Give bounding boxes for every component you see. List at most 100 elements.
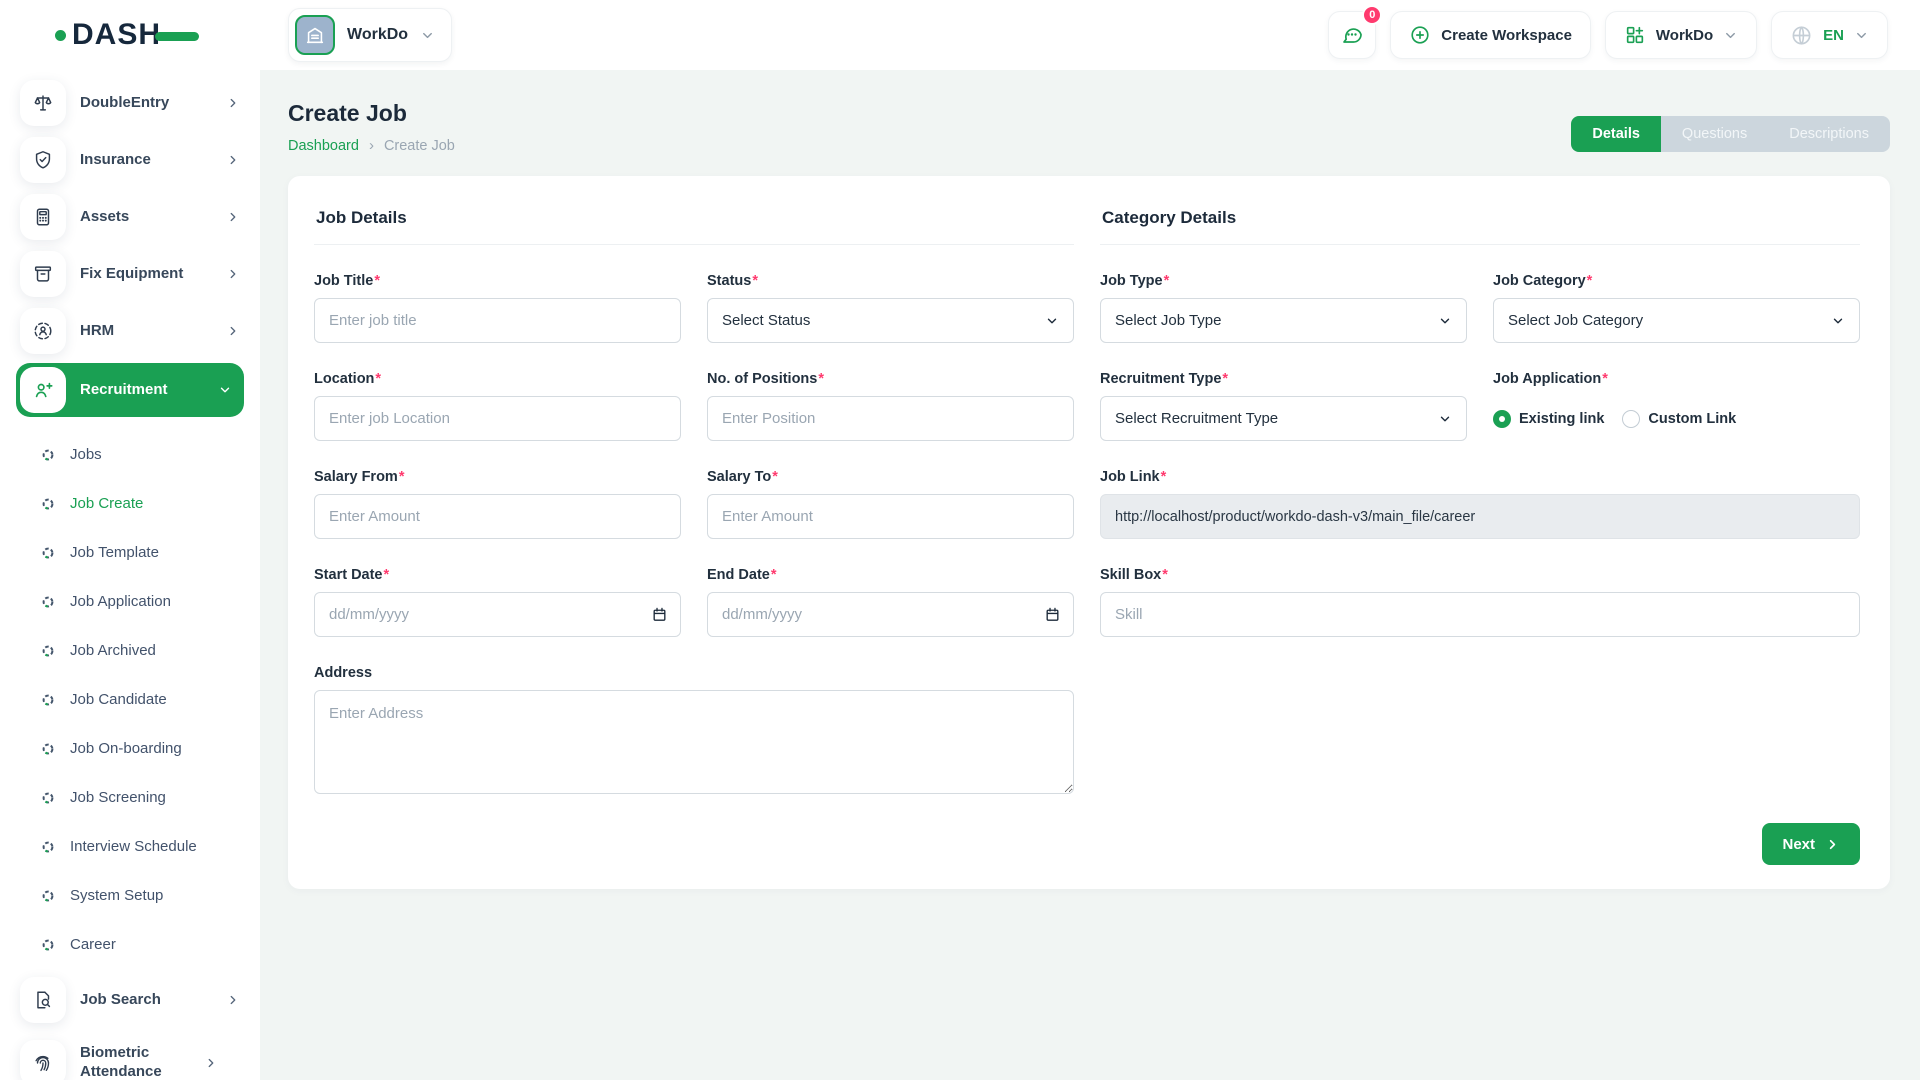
recruitment-type-select[interactable]: Select Recruitment Type: [1100, 396, 1467, 441]
chevron-down-icon: [1438, 314, 1452, 328]
workspace-menu-label: WorkDo: [1656, 27, 1713, 44]
field-job-link: Job Link*: [1100, 469, 1860, 539]
chevron-down-icon: [420, 28, 435, 43]
sidebar-item-biometric-attendance[interactable]: Biometric Attendance: [16, 1032, 244, 1080]
field-positions: No. of Positions*: [707, 371, 1074, 441]
chevron-right-icon: [226, 153, 240, 167]
radio-existing-link[interactable]: Existing link: [1493, 410, 1604, 428]
create-workspace-button[interactable]: Create Workspace: [1390, 11, 1591, 59]
page-title: Create Job: [288, 100, 455, 127]
document-search-icon: [20, 977, 66, 1023]
top-header: DASH WorkDo 0 Create Workspace: [0, 0, 1920, 70]
next-button[interactable]: Next: [1762, 823, 1860, 865]
sidebar-subitem-job-candidate[interactable]: Job Candidate: [42, 675, 244, 724]
divider: [1100, 244, 1860, 245]
sidebar-item-job-search[interactable]: Job Search: [16, 975, 244, 1025]
workspace-selector[interactable]: WorkDo: [288, 8, 452, 62]
job-link-input[interactable]: [1100, 494, 1860, 539]
segment-circle-icon: [42, 841, 54, 853]
job-category-select[interactable]: Select Job Category: [1493, 298, 1860, 343]
salary-to-input[interactable]: [707, 494, 1074, 539]
main-content: Create Job Dashboard › Create Job Detail…: [260, 70, 1920, 1080]
segment-circle-icon: [42, 596, 54, 608]
radio-custom-link[interactable]: Custom Link: [1622, 410, 1736, 428]
job-details-section: Job Details Job Title* Status* Select St…: [314, 202, 1074, 799]
chat-icon: [1340, 23, 1364, 47]
job-type-select[interactable]: Select Job Type: [1100, 298, 1467, 343]
sidebar-subitem-job-archived[interactable]: Job Archived: [42, 626, 244, 675]
building-icon: [295, 15, 335, 55]
sidebar-item-fix-equipment[interactable]: Fix Equipment: [16, 249, 244, 299]
tab-details[interactable]: Details: [1571, 116, 1661, 152]
sidebar-item-recruitment[interactable]: Recruitment: [16, 363, 244, 417]
field-job-application: Job Application* Existing link Custom Li…: [1493, 371, 1860, 441]
tab-questions[interactable]: Questions: [1661, 116, 1768, 152]
logo-text: DASH: [72, 18, 161, 52]
section-title-job-details: Job Details: [314, 202, 1074, 244]
sidebar-item-doubleentry[interactable]: DoubleEntry: [16, 78, 244, 128]
address-textarea[interactable]: [314, 690, 1074, 794]
status-select[interactable]: Select Status: [707, 298, 1074, 343]
fingerprint-icon: [20, 1040, 66, 1080]
segment-circle-icon: [42, 449, 54, 461]
sidebar-item-assets[interactable]: Assets: [16, 192, 244, 242]
chevron-right-icon: [226, 993, 240, 1007]
end-date-input[interactable]: [707, 592, 1074, 637]
sidebar-subitem-job-onboarding[interactable]: Job On-boarding: [42, 724, 244, 773]
chevron-down-icon: [1438, 412, 1452, 426]
segment-circle-icon: [42, 890, 54, 902]
recruitment-submenu: Jobs Job Create Job Template Job Applica…: [16, 424, 244, 975]
sidebar-subitem-system-setup[interactable]: System Setup: [42, 871, 244, 920]
chat-button[interactable]: 0: [1328, 11, 1376, 59]
segment-circle-icon: [42, 547, 54, 559]
sidebar-item-insurance[interactable]: Insurance: [16, 135, 244, 185]
sidebar-subitem-job-template[interactable]: Job Template: [42, 528, 244, 577]
field-location: Location*: [314, 371, 681, 441]
field-job-title: Job Title*: [314, 273, 681, 343]
wizard-tabs: Details Questions Descriptions: [1571, 116, 1890, 152]
chevron-right-icon: [226, 96, 240, 110]
person-target-icon: [20, 308, 66, 354]
breadcrumb-dashboard-link[interactable]: Dashboard: [288, 138, 359, 154]
language-button[interactable]: EN: [1771, 11, 1888, 59]
sidebar-subitem-interview-schedule[interactable]: Interview Schedule: [42, 822, 244, 871]
sidebar-subitem-job-screening[interactable]: Job Screening: [42, 773, 244, 822]
field-recruitment-type: Recruitment Type* Select Recruitment Typ…: [1100, 371, 1467, 441]
field-address: Address: [314, 665, 1074, 799]
radio-selected-icon: [1493, 410, 1511, 428]
segment-circle-icon: [42, 498, 54, 510]
logo-dot-icon: [55, 30, 66, 41]
globe-icon: [1790, 24, 1813, 47]
language-label: EN: [1823, 27, 1844, 44]
create-workspace-label: Create Workspace: [1441, 27, 1572, 44]
plus-circle-icon: [1409, 24, 1431, 46]
chevron-down-icon: [1854, 28, 1869, 43]
skill-input[interactable]: [1100, 592, 1860, 637]
sidebar-subitem-jobs[interactable]: Jobs: [42, 430, 244, 479]
sidebar-subitem-career[interactable]: Career: [42, 920, 244, 969]
salary-from-input[interactable]: [314, 494, 681, 539]
field-end-date: End Date*: [707, 567, 1074, 637]
chevron-right-icon: [226, 324, 240, 338]
divider: [314, 244, 1074, 245]
location-input[interactable]: [314, 396, 681, 441]
breadcrumb-current: Create Job: [384, 138, 455, 154]
field-job-category: Job Category* Select Job Category: [1493, 273, 1860, 343]
chevron-down-icon: [1723, 28, 1738, 43]
sidebar-item-hrm[interactable]: HRM: [16, 306, 244, 356]
segment-circle-icon: [42, 694, 54, 706]
radio-unselected-icon: [1622, 410, 1640, 428]
workspace-menu-button[interactable]: WorkDo: [1605, 11, 1757, 59]
workspace-selector-label: WorkDo: [347, 26, 408, 44]
field-status: Status* Select Status: [707, 273, 1074, 343]
positions-input[interactable]: [707, 396, 1074, 441]
scales-icon: [20, 80, 66, 126]
tab-descriptions[interactable]: Descriptions: [1768, 116, 1890, 152]
sidebar-subitem-job-create[interactable]: Job Create: [42, 479, 244, 528]
sidebar-subitem-job-application[interactable]: Job Application: [42, 577, 244, 626]
archive-box-icon: [20, 251, 66, 297]
start-date-input[interactable]: [314, 592, 681, 637]
chevron-right-icon: [1825, 837, 1840, 852]
job-title-input[interactable]: [314, 298, 681, 343]
segment-circle-icon: [42, 792, 54, 804]
